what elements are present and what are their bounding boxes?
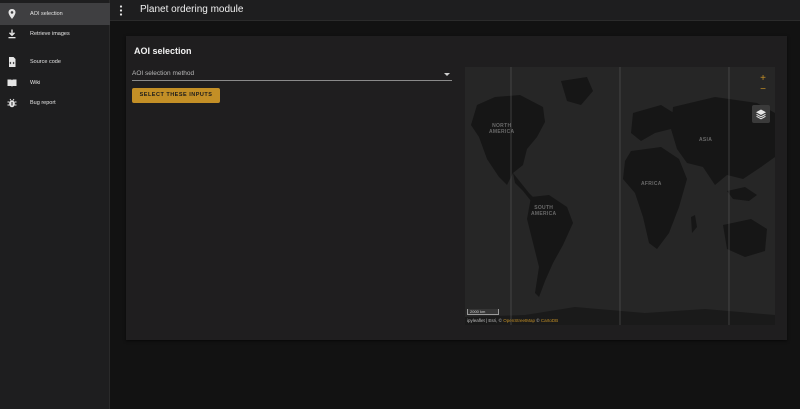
card-title: AOI selection [134,46,192,56]
vertical-dots-icon[interactable] [117,5,125,16]
zoom-out-button[interactable]: − [757,85,769,95]
app-bar: Planet ordering module [110,0,800,21]
download-icon [8,29,16,39]
layers-icon [756,109,766,120]
sidebar-item-wiki[interactable]: Wiki [0,72,110,94]
chevron-down-icon [444,73,450,76]
sidebar: AOI selection Retrieve images Source cod… [0,0,110,409]
sidebar-item-retrieve-images[interactable]: Retrieve images [0,23,110,45]
zoom-in-button[interactable]: + [757,74,769,84]
map-label-south-america: SOUTH AMERICA [531,205,557,217]
map-label-asia: ASIA [699,137,713,143]
file-code-icon [9,57,16,67]
map-label-north-america: NORTH AMERICA [489,123,515,135]
aoi-method-select[interactable]: AOI selection method [132,69,452,81]
page-title: Planet ordering module [140,4,244,15]
map-attribution: ipyleaflet | Esri, © OpenStreetMap © Car… [465,317,560,325]
select-inputs-button[interactable]: SELECT THESE INPUTS [132,88,220,103]
map-scale: 2000 km [467,309,499,315]
sidebar-item-label: Bug report [30,100,56,106]
osm-link[interactable]: OpenStreetMap [503,318,535,323]
map-marker-icon [8,9,16,19]
sidebar-item-aoi-selection[interactable]: AOI selection [0,3,110,25]
sidebar-item-label: Wiki [30,80,41,86]
sidebar-item-label: Source code [30,59,61,65]
layers-button[interactable] [752,105,770,123]
sidebar-item-label: Retrieve images [30,31,70,37]
sidebar-item-label: AOI selection [30,11,63,17]
world-map [465,67,775,325]
select-label: AOI selection method [132,70,195,77]
bug-icon [7,98,17,108]
sidebar-item-bug-report[interactable]: Bug report [0,92,110,114]
attribution-prefix: ipyleaflet | Esri, © [467,318,504,323]
aoi-card: AOI selection AOI selection method SELEC… [126,36,787,340]
sidebar-item-source-code[interactable]: Source code [0,51,110,73]
carto-link[interactable]: CartoDB [541,318,558,323]
map-label-africa: AFRICA [641,181,662,187]
map[interactable]: NORTH AMERICA SOUTH AMERICA AFRICA ASIA … [465,67,775,325]
book-icon [7,79,17,87]
